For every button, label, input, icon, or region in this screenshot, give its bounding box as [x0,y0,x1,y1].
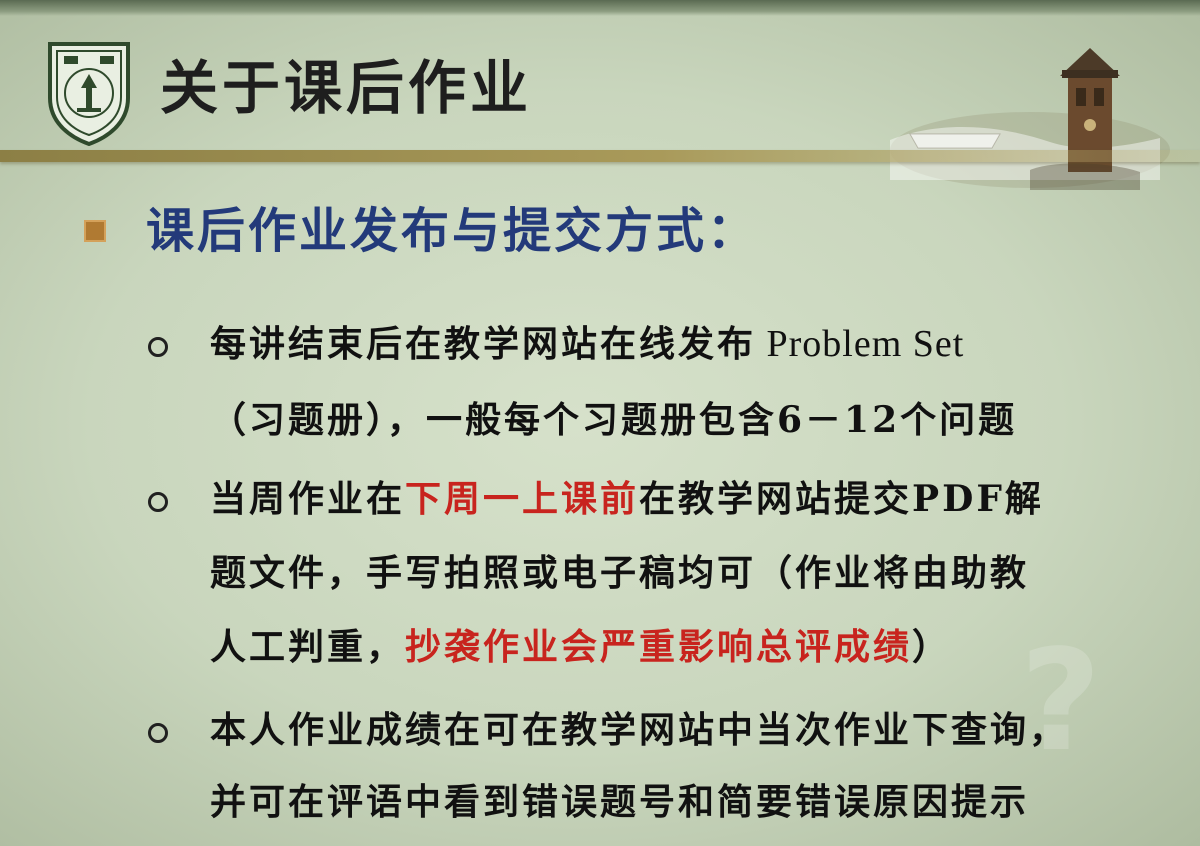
top-strip [0,0,1200,16]
bullet-heading: 课后作业发布与提交方式： [146,203,759,259]
item-line: 当周作业在下周一上课前在教学网站提交PDF解 [210,462,1200,536]
item-line: （习题册），一般每个习题册包含6－12个问题 [210,399,1018,441]
list-item: 本人作业成绩在可在教学网站中当次作业下查询， 并可在评语中看到错误题号和简要错误… [148,694,1200,838]
emphasis-text: 下周一上课前 [405,478,640,520]
bell-tower-illustration [890,48,1170,190]
item-line: 本人作业成绩在可在教学网站中当次作业下查询， [210,709,1069,751]
item-line: 每讲结束后在教学网站在线发布 Problem Set [210,306,1200,382]
item-text: 人工判重， [210,626,406,668]
slide-title: 关于课后作业 [160,54,533,122]
item-text: 每讲结束后在教学网站在线发布 [210,323,757,365]
item-text: 在教学网站提交PDF解 [639,478,1044,520]
item-text: ） [912,626,952,668]
university-seal-icon [48,42,130,146]
item-text: 当周作业在 [210,478,406,520]
circle-bullet-icon [148,492,168,512]
title-divider [0,150,1200,162]
slide: 关于课后作业 课后作业发布与提交方式： 每讲结束后在教学网站在线发布 Probl… [0,0,1200,846]
list-item: 每讲结束后在教学网站在线发布 Problem Set （习题册），一般每个习题册… [148,306,1200,458]
item-text-latin: Problem Set [756,323,965,365]
square-bullet-icon [84,220,106,242]
item-line: 题文件，手写拍照或电子稿均可（作业将由助教 [210,552,1030,594]
emphasis-text: 抄袭作业会严重影响总评成绩 [405,626,913,668]
circle-bullet-icon [148,337,168,357]
circle-bullet-icon [148,723,168,743]
item-line: 并可在评语中看到错误题号和简要错误原因提示 [210,781,1030,823]
